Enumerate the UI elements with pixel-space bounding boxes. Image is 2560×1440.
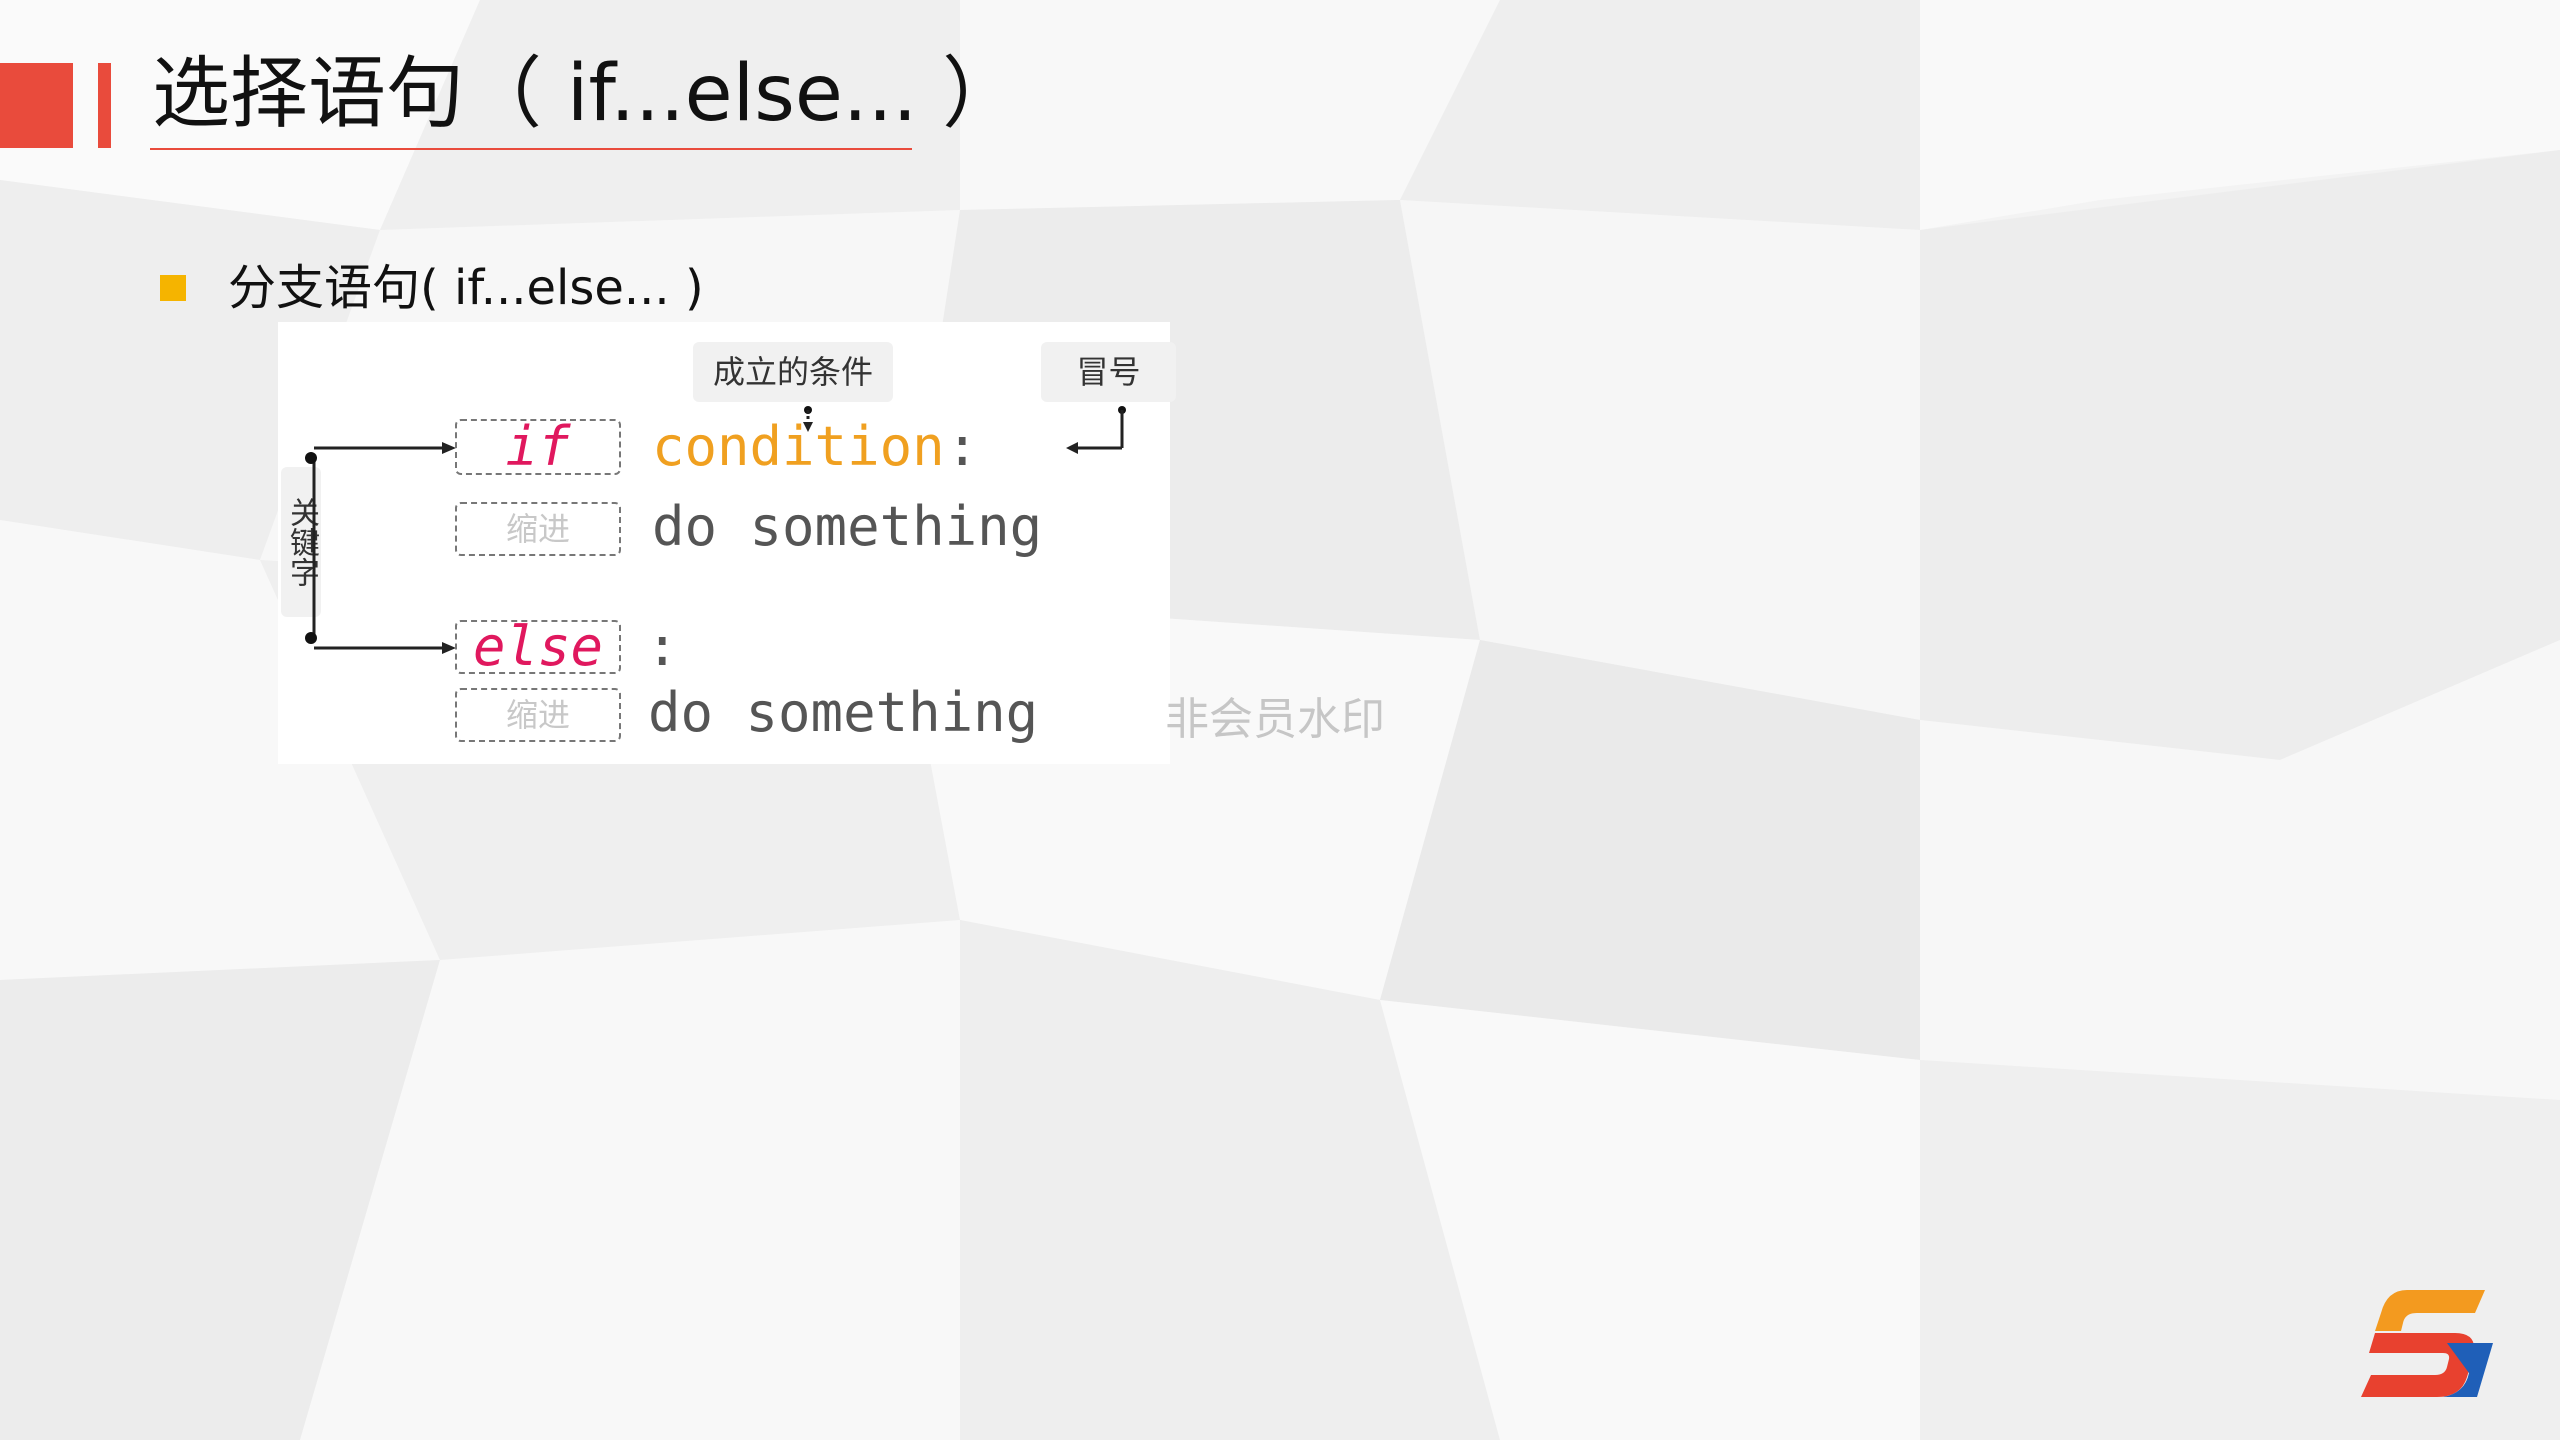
bullet-text: 分支语句( if...else... ) bbox=[228, 260, 704, 316]
title-underline bbox=[150, 148, 912, 150]
title-accent-bar bbox=[98, 63, 111, 148]
else-colon: : bbox=[646, 615, 679, 678]
if-keyword: if bbox=[505, 415, 571, 478]
else-indent-label: 缩进 bbox=[505, 696, 570, 734]
title-accent-block bbox=[0, 63, 73, 148]
watermark: 非会员水印 bbox=[1165, 694, 1385, 745]
condition-colon: : bbox=[946, 415, 979, 478]
if-indent-label: 缩进 bbox=[505, 510, 570, 548]
s-logo-icon bbox=[2361, 1290, 2493, 1397]
if-else-diagram: 成立的条件 冒号 关键字 if condition : 缩进 do someth… bbox=[278, 322, 1176, 764]
slide-title: 选择语句（ if...else... ） bbox=[152, 49, 1021, 139]
else-keyword: else bbox=[472, 615, 604, 678]
condition-text: condition bbox=[652, 415, 945, 478]
bullet-marker bbox=[160, 275, 186, 301]
slide: 选择语句（ if...else... ） 分支语句( if...else... … bbox=[0, 0, 2560, 1440]
if-body-code: do something bbox=[652, 495, 1043, 558]
else-body-code: do something bbox=[648, 681, 1039, 744]
